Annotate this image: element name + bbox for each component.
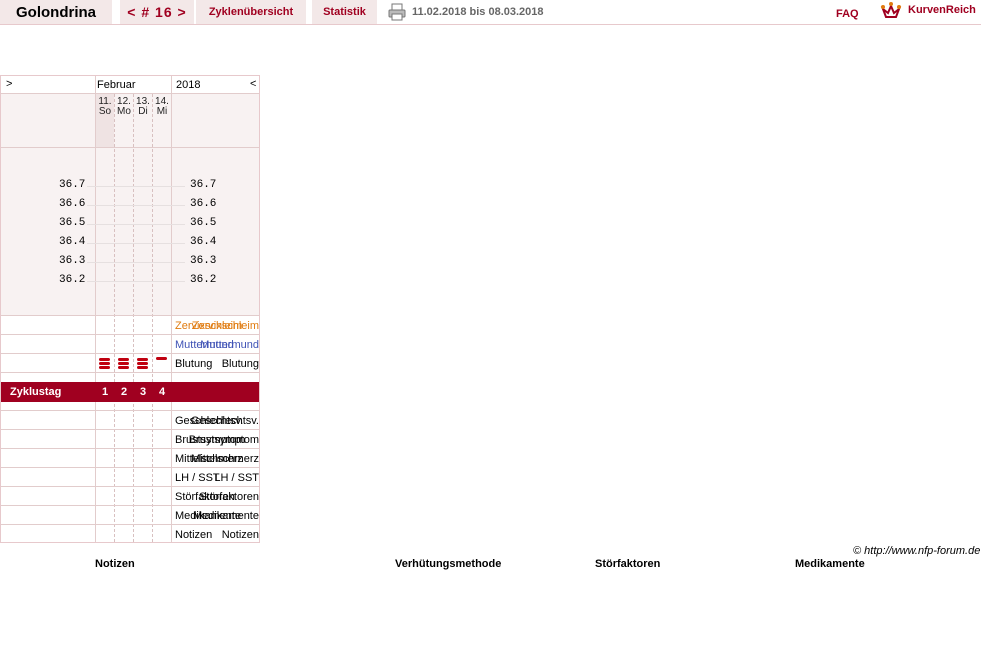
label-intercourse-right: Geschlechtsv. <box>175 415 244 427</box>
row-line <box>1 147 259 148</box>
footer-notes-heading: Notizen <box>95 558 135 570</box>
temperature-label-left: 36.3 <box>59 255 86 267</box>
temperature-gridline <box>87 243 185 244</box>
row-line <box>1 410 259 411</box>
label-bleeding-right: Blutung <box>175 358 213 370</box>
copyright: © http://www.nfp-forum.de <box>853 545 981 557</box>
temperature-gridline <box>87 281 185 282</box>
cycle-day-number: 1 <box>101 386 109 398</box>
divider-right <box>171 76 172 542</box>
cycle-day-label: Zyklustag <box>10 386 62 398</box>
day-divider <box>114 94 115 542</box>
date-range: 11.02.2018 bis 08.03.2018 <box>412 6 544 18</box>
crown-logo-icon <box>880 2 902 18</box>
top-bar: Golondrina < # 16 > Zyklenübersicht Stat… <box>0 0 981 25</box>
footer-method-heading: Verhütungsmethode <box>395 558 502 570</box>
day-weekday: Mo <box>117 106 131 117</box>
logo-text[interactable]: KurvenReich <box>908 4 976 16</box>
temperature-label-left: 36.6 <box>59 198 86 210</box>
row-line <box>1 334 259 335</box>
bleeding-mark[interactable] <box>156 357 167 360</box>
cycle-chart: > Februar 2018 < 11. So 12. Mo 13. Di 14. Mi 36… <box>0 75 260 543</box>
bleeding-mark[interactable] <box>99 362 110 365</box>
day-divider <box>133 94 134 542</box>
label-notes-right: Notizen <box>175 529 213 541</box>
next-nav-button[interactable]: < <box>250 78 256 90</box>
day-weekday: Mi <box>156 106 168 117</box>
cycle-day-number: 4 <box>158 386 166 398</box>
temperature-label-right: 36.4 <box>190 236 217 248</box>
row-line <box>1 505 259 506</box>
temperature-label-left: 36.5 <box>59 217 86 229</box>
row-line <box>1 353 259 354</box>
row-line <box>1 93 259 94</box>
row-line <box>1 467 259 468</box>
tab-statistics[interactable]: Statistik <box>312 0 377 24</box>
day-weekday: So <box>98 106 112 117</box>
prev-nav-button[interactable]: > <box>6 78 12 90</box>
label-midpain-right: Mittelschmerz <box>175 453 243 465</box>
year-label: 2018 <box>176 79 201 91</box>
temperature-label-right: 36.5 <box>190 217 217 229</box>
temperature-gridline <box>87 186 185 187</box>
label-lh-right: LH / SST <box>175 472 220 484</box>
bleeding-mark[interactable] <box>137 358 148 361</box>
cycle-day-number: 2 <box>120 386 128 398</box>
temperature-label-left: 36.4 <box>59 236 86 248</box>
bleeding-mark[interactable] <box>99 366 110 369</box>
bleeding-mark[interactable] <box>118 358 129 361</box>
temperature-gridline <box>87 224 185 225</box>
tab-cycle-overview[interactable]: Zyklenübersicht <box>196 0 306 24</box>
row-line <box>1 448 259 449</box>
footer-disturb-heading: Störfaktoren <box>595 558 661 570</box>
temperature-gridline <box>87 262 185 263</box>
printer-icon[interactable] <box>388 3 406 21</box>
label-cervix-right: Zervixschleim <box>175 320 243 332</box>
bleeding-mark[interactable] <box>137 362 148 365</box>
day-divider <box>152 94 153 542</box>
faq-link[interactable]: FAQ <box>836 8 859 20</box>
label-meds-right: Medikamente <box>175 510 242 522</box>
footer-meds-heading: Medikamente <box>795 558 865 570</box>
temperature-fill <box>1 148 259 316</box>
temperature-label-right: 36.3 <box>190 255 217 267</box>
temperature-label-right: 36.6 <box>190 198 217 210</box>
row-line <box>1 429 259 430</box>
temperature-label-right: 36.2 <box>190 274 217 286</box>
cycle-day-number: 3 <box>139 386 147 398</box>
row-line <box>1 372 259 373</box>
row-line <box>1 524 259 525</box>
cycle-day-bar: Zyklustag 1234 <box>1 382 259 402</box>
month-label: Februar <box>97 79 136 91</box>
row-line <box>1 486 259 487</box>
temperature-label-right: 36.7 <box>190 179 217 191</box>
bleeding-mark[interactable] <box>118 366 129 369</box>
day-weekday: Di <box>138 106 148 117</box>
label-os-right: Muttermund <box>175 339 234 351</box>
temperature-gridline <box>87 205 185 206</box>
cycle-nav-button[interactable]: < # 16 > <box>120 0 194 24</box>
bleeding-mark[interactable] <box>99 358 110 361</box>
label-breast-right: Brustsymptom <box>175 434 246 446</box>
row-line <box>1 315 259 316</box>
user-name: Golondrina <box>0 0 112 24</box>
temperature-label-left: 36.7 <box>59 179 86 191</box>
divider-left <box>95 76 96 542</box>
bleeding-mark[interactable] <box>137 366 148 369</box>
bleeding-mark[interactable] <box>118 362 129 365</box>
label-disturb-right: Störfaktoren <box>175 491 235 503</box>
temperature-label-left: 36.2 <box>59 274 86 286</box>
